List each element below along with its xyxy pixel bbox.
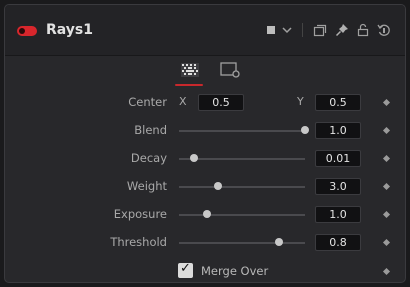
param-row-threshold: Threshold 0.8 <box>5 233 405 253</box>
value-field-blend[interactable]: 1.0 <box>315 122 361 139</box>
slider-track[interactable] <box>179 214 305 216</box>
merge-over-label: Merge Over <box>201 264 269 278</box>
node-title: Rays1 <box>46 22 93 38</box>
inspector-panel: Rays1 Center X 0.5 Y 0.5 Blend 1.0 Decay… <box>4 4 406 283</box>
active-tab-indicator <box>175 84 203 86</box>
param-row-blend: Blend 1.0 <box>5 121 405 141</box>
value-field-decay[interactable]: 0.01 <box>315 150 361 167</box>
slider-track[interactable] <box>179 242 305 244</box>
controls-tab-icon[interactable] <box>179 61 201 79</box>
lock-icon[interactable] <box>355 22 371 38</box>
checkmark-icon: ✓ <box>180 261 191 276</box>
pin-icon[interactable] <box>334 22 350 38</box>
slider-handle[interactable] <box>301 126 309 134</box>
param-label-blend: Blend <box>134 123 167 137</box>
slider-track[interactable] <box>179 186 305 188</box>
reset-icon[interactable] <box>376 22 392 38</box>
keyframe-button-weight[interactable] <box>382 182 391 191</box>
keyframe-button-blend[interactable] <box>382 126 391 135</box>
param-row-merge-over: ✓ Merge Over <box>5 261 405 282</box>
versions-icon[interactable] <box>312 22 328 38</box>
param-label-exposure: Exposure <box>113 207 167 221</box>
center-y-label: Y <box>297 95 304 108</box>
value-field-threshold[interactable]: 0.8 <box>315 234 361 251</box>
slider-track[interactable] <box>179 130 305 132</box>
keyframe-button-exposure[interactable] <box>382 210 391 219</box>
param-row-center: Center X 0.5 Y 0.5 <box>5 93 405 113</box>
param-label-center: Center <box>128 95 167 109</box>
slider-handle[interactable] <box>202 210 211 218</box>
keyframe-button-decay[interactable] <box>382 154 391 163</box>
toggle-knob <box>19 28 25 34</box>
settings-tab-icon[interactable] <box>219 61 241 79</box>
param-row-decay: Decay 0.01 <box>5 149 405 169</box>
value-field-weight[interactable]: 3.0 <box>315 178 361 195</box>
param-row-weight: Weight 3.0 <box>5 177 405 197</box>
slider-handle[interactable] <box>190 154 199 162</box>
keyframe-button-center[interactable] <box>382 98 391 107</box>
center-x-field[interactable]: 0.5 <box>198 94 244 111</box>
color-swatch-icon[interactable] <box>263 22 279 38</box>
merge-over-checkbox[interactable]: ✓ <box>178 261 193 278</box>
enable-toggle[interactable] <box>17 26 37 36</box>
center-y-field[interactable]: 0.5 <box>315 94 361 111</box>
inspector-tabs <box>5 55 405 87</box>
param-label-decay: Decay <box>130 151 167 165</box>
slider-handle[interactable] <box>214 182 223 190</box>
param-label-weight: Weight <box>126 179 167 193</box>
keyframe-button-merge-over[interactable] <box>382 267 391 276</box>
keyframe-button-threshold[interactable] <box>382 238 391 247</box>
node-header: Rays1 <box>5 5 405 56</box>
center-x-label: X <box>179 95 187 108</box>
param-label-threshold: Threshold <box>110 235 167 249</box>
value-field-exposure[interactable]: 1.0 <box>315 206 361 223</box>
header-divider <box>302 23 303 37</box>
chevron-down-icon[interactable] <box>279 22 295 38</box>
slider-handle[interactable] <box>274 238 283 246</box>
param-row-exposure: Exposure 1.0 <box>5 205 405 225</box>
